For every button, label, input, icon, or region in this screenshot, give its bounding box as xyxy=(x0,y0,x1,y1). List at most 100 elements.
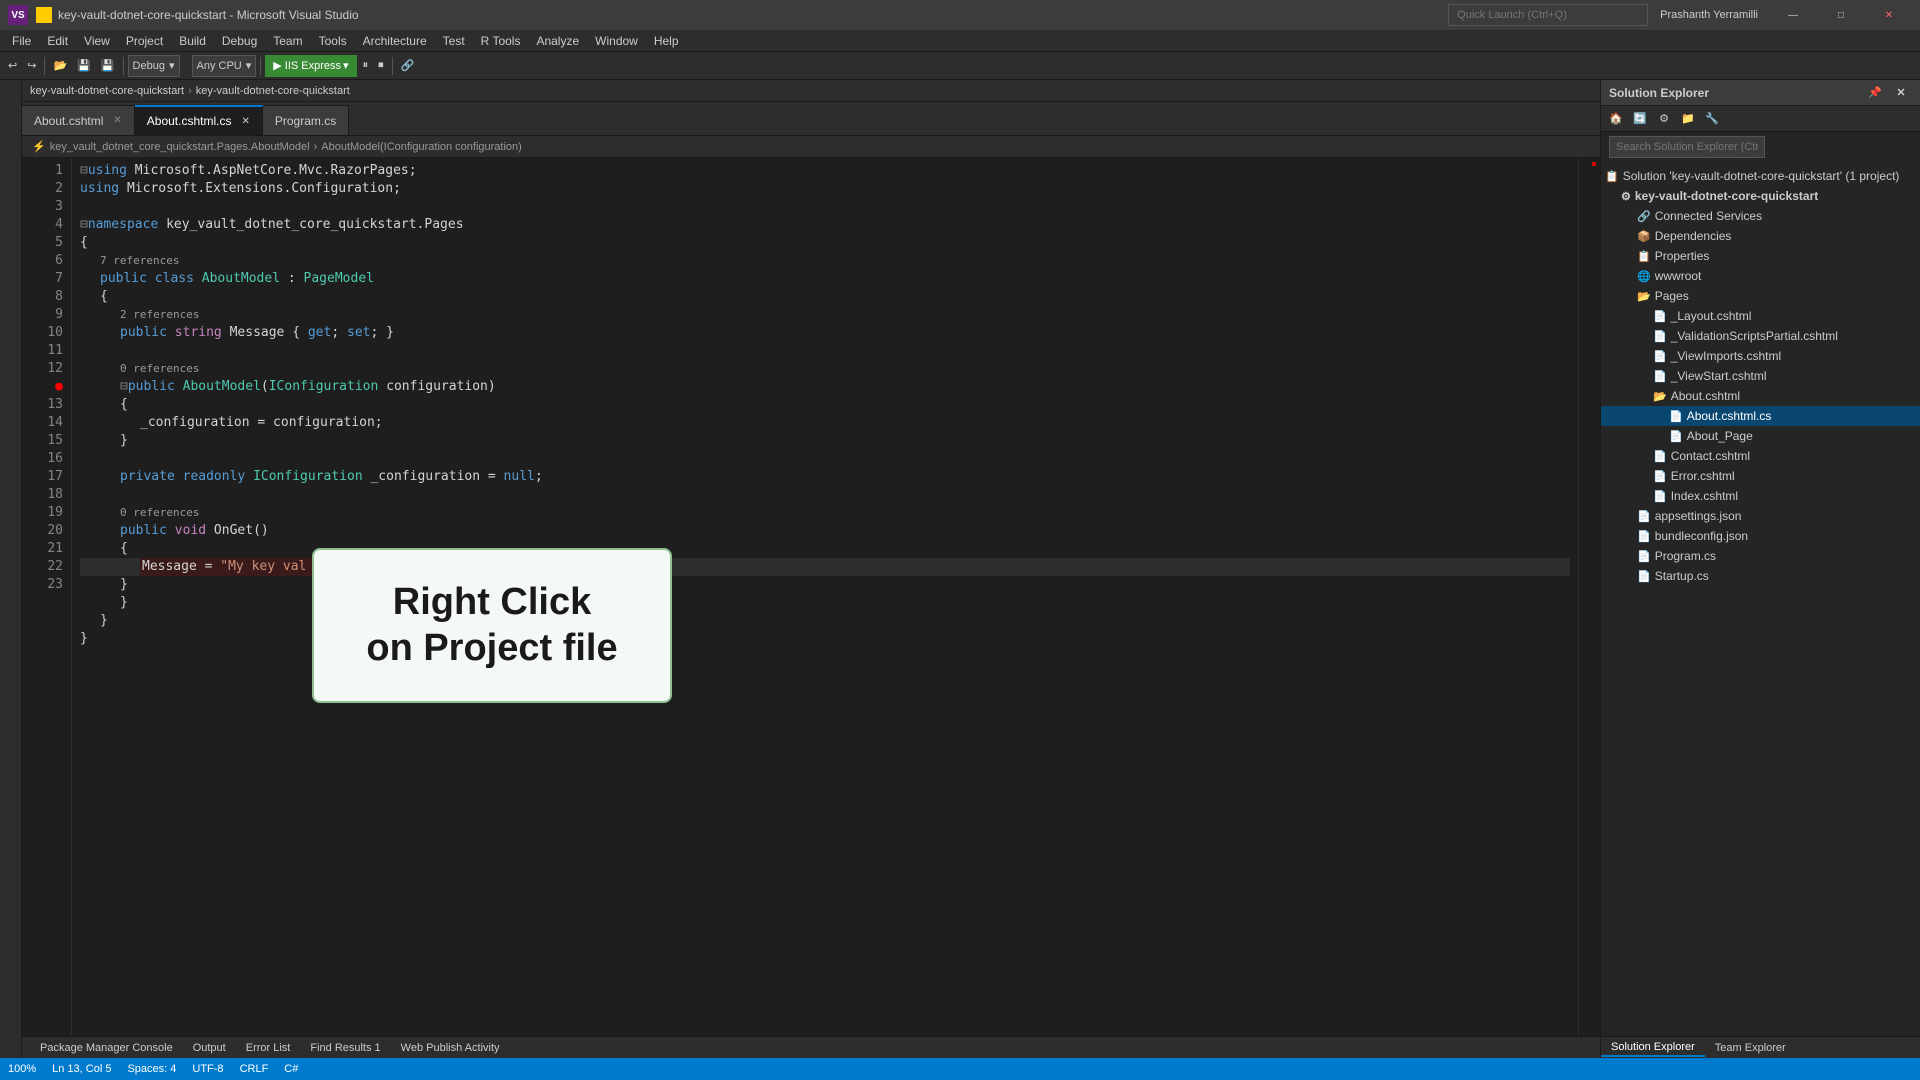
open-file-button[interactable]: 📂 xyxy=(49,55,71,77)
btab-find-results[interactable]: Find Results 1 xyxy=(300,1040,390,1056)
se-viewimports[interactable]: 📄 _ViewImports.cshtml xyxy=(1601,346,1920,366)
btab-output[interactable]: Output xyxy=(183,1040,236,1056)
menu-edit[interactable]: Edit xyxy=(39,32,76,50)
se-sync-button[interactable]: 🔄 xyxy=(1629,109,1651,129)
status-spaces: Spaces: 4 xyxy=(127,1063,176,1075)
undo-button[interactable]: ↩ xyxy=(4,55,21,77)
platform-dropdown[interactable]: Any CPU ▾ xyxy=(192,55,257,77)
code-line-18: private readonly IConfiguration _configu… xyxy=(80,468,1570,486)
window-controls: — □ ✕ xyxy=(1770,0,1912,30)
se-connected-services[interactable]: 🔗 Connected Services xyxy=(1601,206,1920,226)
wwwroot-icon: 🌐 xyxy=(1637,270,1651,283)
code-line-13: ⊟public AboutModel(IConfiguration config… xyxy=(80,378,1570,396)
se-startup-cs[interactable]: 📄 Startup.cs xyxy=(1601,566,1920,586)
redo-button[interactable]: ↪ xyxy=(23,55,40,77)
se-solution-item[interactable]: 📋 Solution 'key-vault-dotnet-core-quicks… xyxy=(1601,166,1920,186)
menu-tools[interactable]: Tools xyxy=(311,32,355,50)
code-line-3 xyxy=(80,198,1570,216)
code-line-1: ⊟using Microsoft.AspNetCore.Mvc.RazorPag… xyxy=(80,162,1570,180)
btab-web-publish[interactable]: Web Publish Activity xyxy=(391,1040,510,1056)
menu-test[interactable]: Test xyxy=(435,32,473,50)
se-about-cshtml-cs[interactable]: 📄 About.cshtml.cs xyxy=(1601,406,1920,426)
se-wwwroot[interactable]: 🌐 wwwroot xyxy=(1601,266,1920,286)
se-filter-button[interactable]: ⚙ xyxy=(1653,109,1675,129)
project-tab[interactable]: key-vault-dotnet-core-quickstart xyxy=(30,85,184,97)
btab-package-manager[interactable]: Package Manager Console xyxy=(30,1040,183,1056)
se-search-input[interactable] xyxy=(1609,136,1765,158)
menu-debug[interactable]: Debug xyxy=(214,32,265,50)
menu-team[interactable]: Team xyxy=(265,32,310,50)
se-dependencies[interactable]: 📦 Dependencies xyxy=(1601,226,1920,246)
user-label: Prashanth Yerramilli xyxy=(1660,9,1758,21)
minimize-button[interactable]: — xyxy=(1770,0,1816,30)
file-tab-top[interactable]: key-vault-dotnet-core-quickstart xyxy=(196,85,350,97)
se-tab-solution-explorer[interactable]: Solution Explorer xyxy=(1601,1039,1705,1057)
se-about-cshtml[interactable]: 📂 About.cshtml xyxy=(1601,386,1920,406)
close-tab-about-cshtml[interactable]: ✕ xyxy=(113,115,121,126)
se-error[interactable]: 📄 Error.cshtml xyxy=(1601,466,1920,486)
debug-config-dropdown[interactable]: Debug ▾ xyxy=(128,55,180,77)
se-properties[interactable]: 📋 Properties xyxy=(1601,246,1920,266)
menu-help[interactable]: Help xyxy=(646,32,687,50)
tabs-bar: About.cshtml ✕ About.cshtml.cs ✕ Program… xyxy=(22,102,1600,136)
bottom-tabs: Package Manager Console Output Error Lis… xyxy=(22,1036,1600,1058)
se-contact[interactable]: 📄 Contact.cshtml xyxy=(1601,446,1920,466)
pause-button[interactable]: ⏸ xyxy=(359,55,373,77)
se-pages-folder[interactable]: 📂 Pages xyxy=(1601,286,1920,306)
code-line-6: 7 references xyxy=(80,252,1570,270)
status-cursor: Ln 13, Col 5 xyxy=(52,1063,111,1075)
save-all-button[interactable]: 💾 xyxy=(97,55,119,77)
se-toolbar: 🏠 🔄 ⚙ 📁 🔧 xyxy=(1601,106,1920,132)
tab-about-cshtml[interactable]: About.cshtml ✕ xyxy=(22,105,135,135)
close-tab-about-cshtml-cs[interactable]: ✕ xyxy=(241,116,249,127)
tab-program-cs[interactable]: Program.cs xyxy=(263,105,349,135)
se-viewstart[interactable]: 📄 _ViewStart.cshtml xyxy=(1601,366,1920,386)
maximize-button[interactable]: □ xyxy=(1818,0,1864,30)
se-layout-cshtml[interactable]: 📄 _Layout.cshtml xyxy=(1601,306,1920,326)
close-button[interactable]: ✕ xyxy=(1866,0,1912,30)
code-content[interactable]: ⊟using Microsoft.AspNetCore.Mvc.RazorPag… xyxy=(72,158,1578,1036)
code-line-27: } xyxy=(80,630,1570,648)
pages-folder-icon: 📂 xyxy=(1637,290,1651,303)
se-tree: 📋 Solution 'key-vault-dotnet-core-quicks… xyxy=(1601,162,1920,1036)
toolbar-sep-3 xyxy=(260,57,261,75)
menu-project[interactable]: Project xyxy=(118,32,171,50)
tab-about-cshtml-cs[interactable]: About.cshtml.cs ✕ xyxy=(135,105,263,135)
se-home-button[interactable]: 🏠 xyxy=(1605,109,1627,129)
menu-file[interactable]: File xyxy=(4,32,39,50)
code-line-26: } xyxy=(80,612,1570,630)
se-bottom-tabs: Solution Explorer Team Explorer xyxy=(1601,1036,1920,1058)
se-close-button[interactable]: ✕ xyxy=(1890,83,1912,103)
code-line-24: } xyxy=(80,576,1570,594)
menu-window[interactable]: Window xyxy=(587,32,646,50)
menu-rtools[interactable]: R Tools xyxy=(473,32,529,50)
se-tab-team-explorer[interactable]: Team Explorer xyxy=(1705,1040,1796,1056)
run-button[interactable]: ▶ IIS Express ▾ xyxy=(265,55,356,77)
se-pin-button[interactable]: 📌 xyxy=(1864,83,1886,103)
status-zoom[interactable]: 100% xyxy=(8,1063,36,1075)
se-about-page[interactable]: 📄 About_Page xyxy=(1601,426,1920,446)
file-breadcrumb-top: key-vault-dotnet-core-quickstart › key-v… xyxy=(22,80,1600,102)
breadcrumb-namespace: ⚡ xyxy=(32,140,46,153)
se-collapse-button[interactable]: 📁 xyxy=(1677,109,1699,129)
se-program-cs[interactable]: 📄 Program.cs xyxy=(1601,546,1920,566)
menu-architecture[interactable]: Architecture xyxy=(355,32,435,50)
se-appsettings[interactable]: 📄 appsettings.json xyxy=(1601,506,1920,526)
code-line-20: 0 references xyxy=(80,504,1570,522)
attach-button[interactable]: 🔗 xyxy=(397,55,419,77)
menu-analyze[interactable]: Analyze xyxy=(528,32,587,50)
viewimports-icon: 📄 xyxy=(1653,350,1667,363)
quick-launch-input[interactable] xyxy=(1448,4,1648,26)
stop-button[interactable]: ⏹ xyxy=(374,55,388,77)
se-project-item[interactable]: ⚙ key-vault-dotnet-core-quickstart xyxy=(1601,186,1920,206)
btab-error-list[interactable]: Error List xyxy=(236,1040,301,1056)
save-button[interactable]: 💾 xyxy=(73,55,95,77)
error-icon: 📄 xyxy=(1653,470,1667,483)
code-line-7: public class AboutModel : PageModel xyxy=(80,270,1570,288)
se-index[interactable]: 📄 Index.cshtml xyxy=(1601,486,1920,506)
menu-build[interactable]: Build xyxy=(171,32,214,50)
se-validation-cshtml[interactable]: 📄 _ValidationScriptsPartial.cshtml xyxy=(1601,326,1920,346)
se-bundleconfig[interactable]: 📄 bundleconfig.json xyxy=(1601,526,1920,546)
menu-view[interactable]: View xyxy=(76,32,118,50)
se-properties-button[interactable]: 🔧 xyxy=(1701,109,1723,129)
